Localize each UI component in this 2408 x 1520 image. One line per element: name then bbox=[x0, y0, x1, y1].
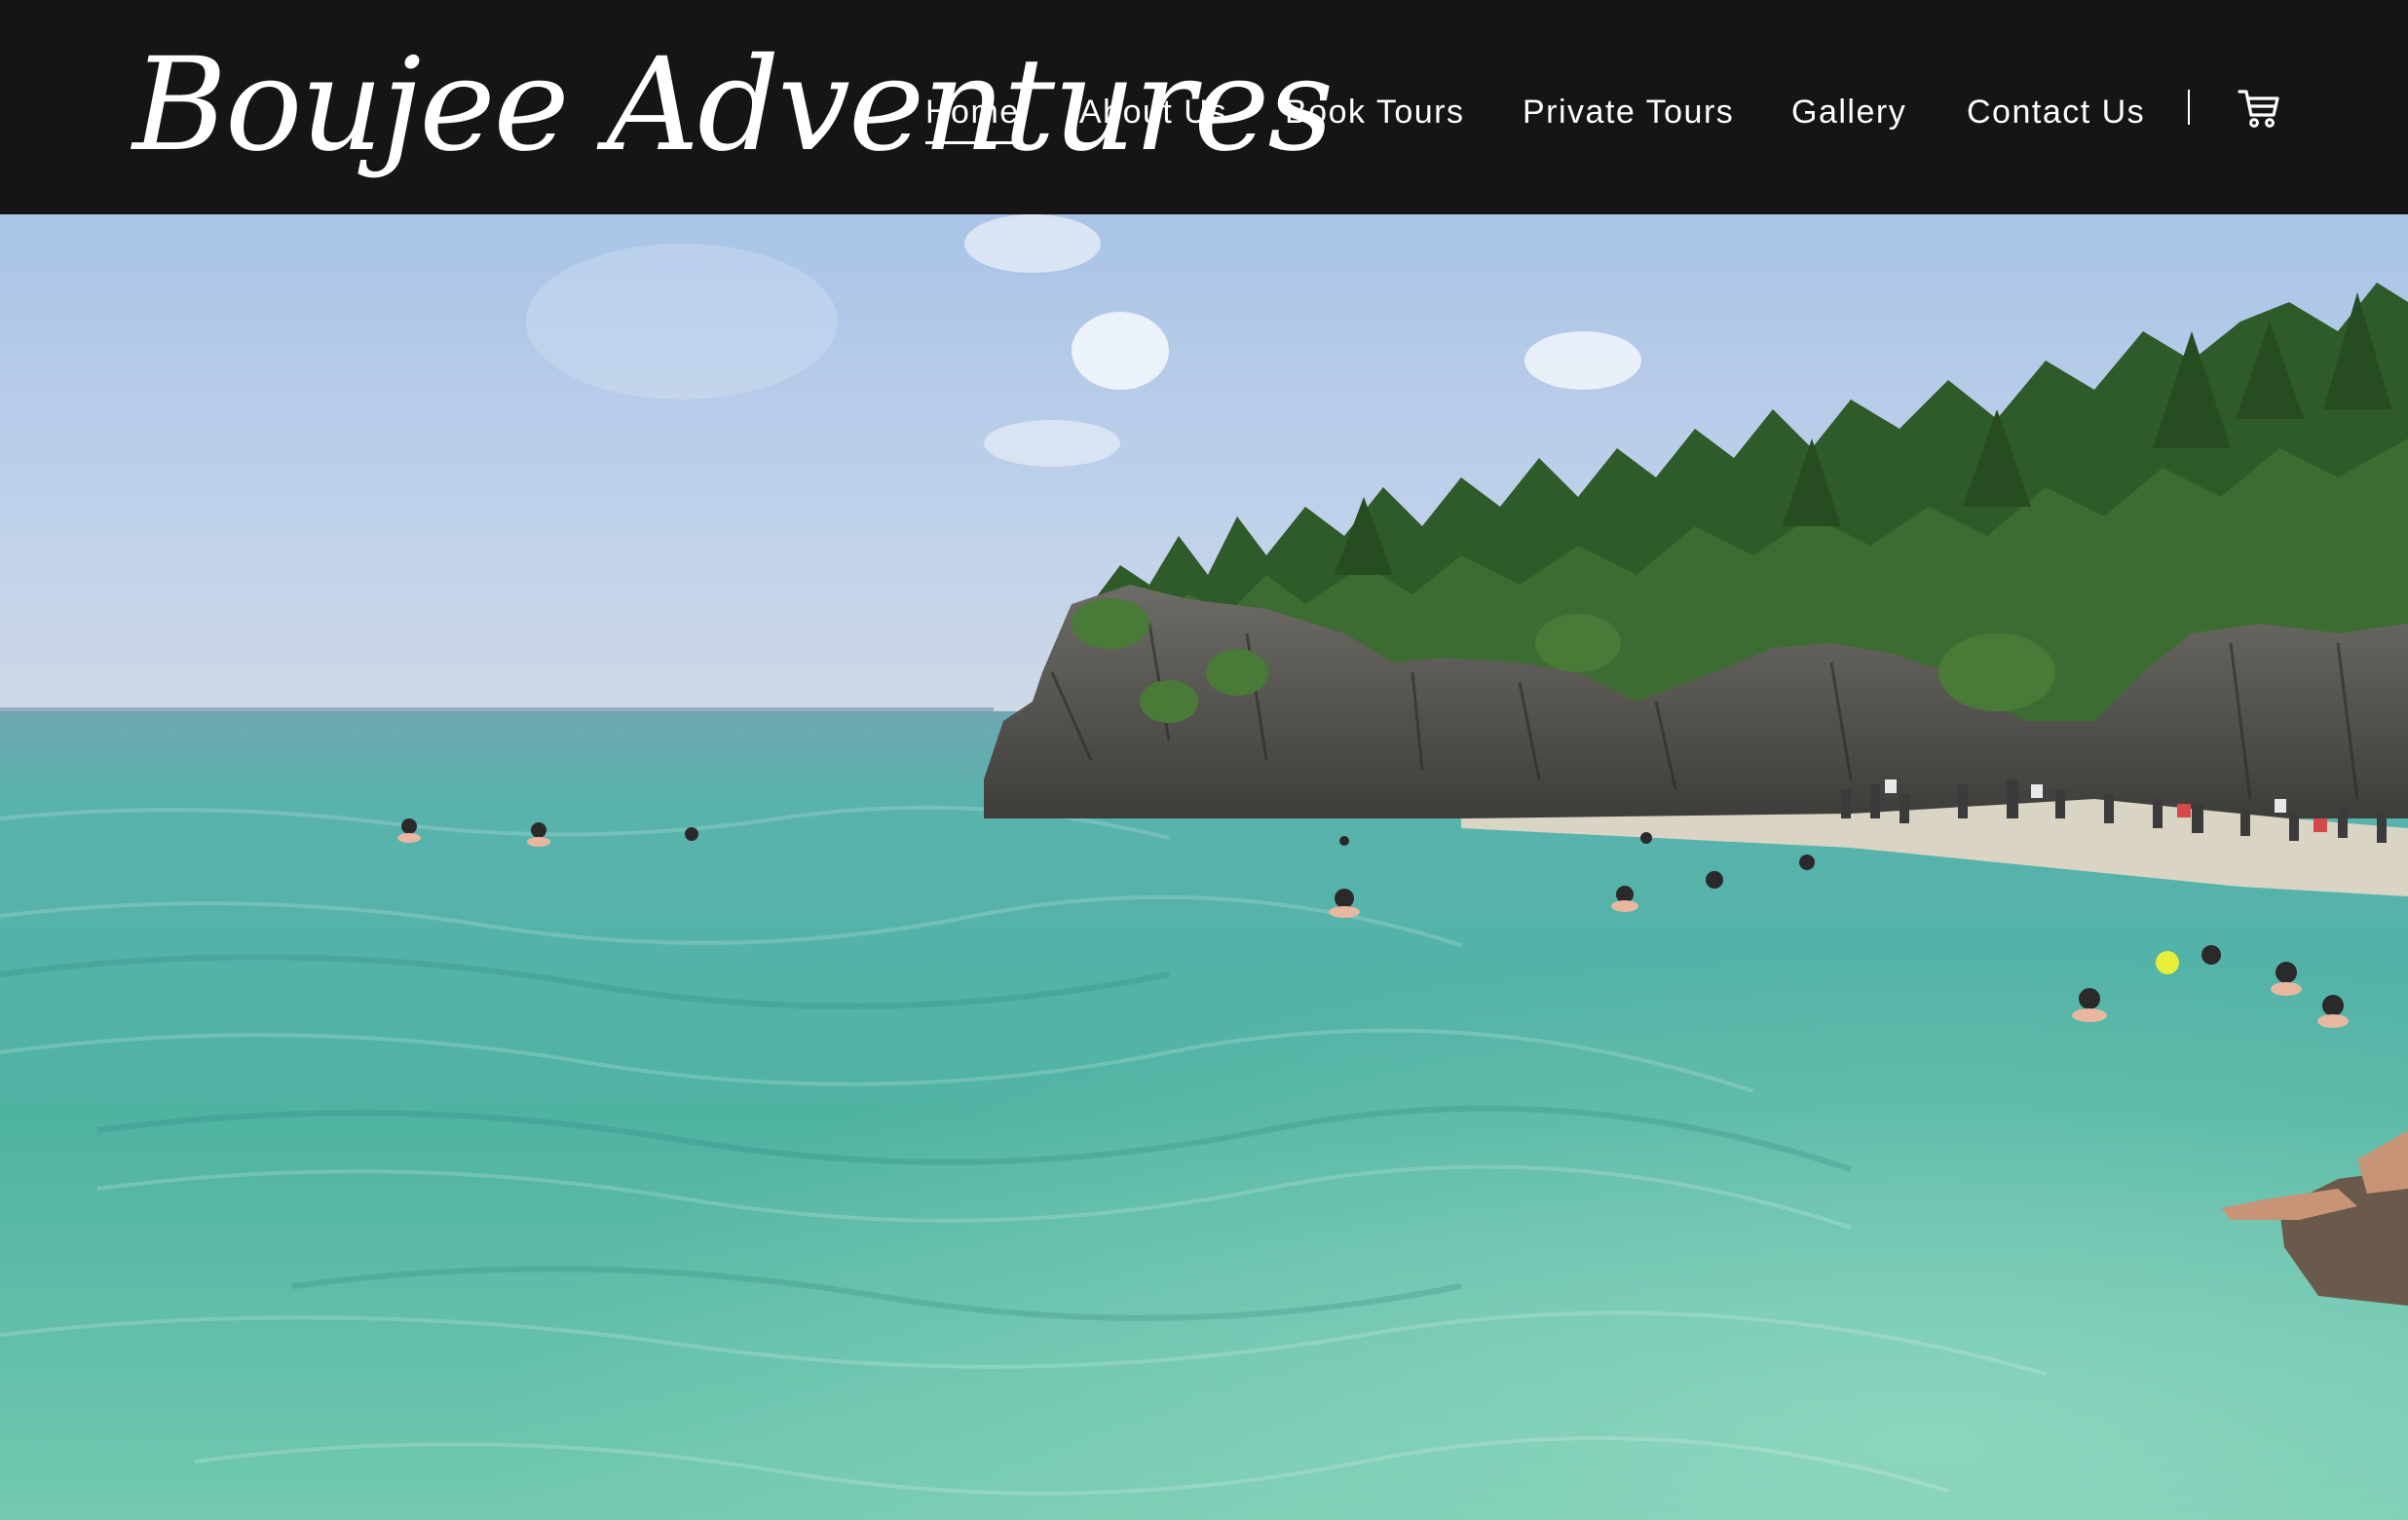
nav-item-gallery[interactable]: Gallery bbox=[1791, 88, 1906, 136]
shopping-cart-icon[interactable] bbox=[2237, 86, 2281, 131]
nav-divider bbox=[2188, 90, 2190, 125]
nav-item-book-tours[interactable]: Book Tours bbox=[1285, 88, 1464, 136]
nav-item-about-us[interactable]: About Us bbox=[1079, 88, 1227, 136]
nav-item-private-tours[interactable]: Private Tours bbox=[1523, 88, 1734, 136]
site-header: Boujee Adventures Home About Us Book Tou… bbox=[0, 0, 2408, 214]
hero-image bbox=[0, 214, 2408, 1520]
nav-item-contact-us[interactable]: Contact Us bbox=[1967, 88, 2145, 136]
lake-shore-photo bbox=[0, 214, 2408, 1520]
main-nav: Home About Us Book Tours Private Tours G… bbox=[0, 0, 2408, 214]
nav-item-home[interactable]: Home bbox=[925, 88, 1020, 144]
